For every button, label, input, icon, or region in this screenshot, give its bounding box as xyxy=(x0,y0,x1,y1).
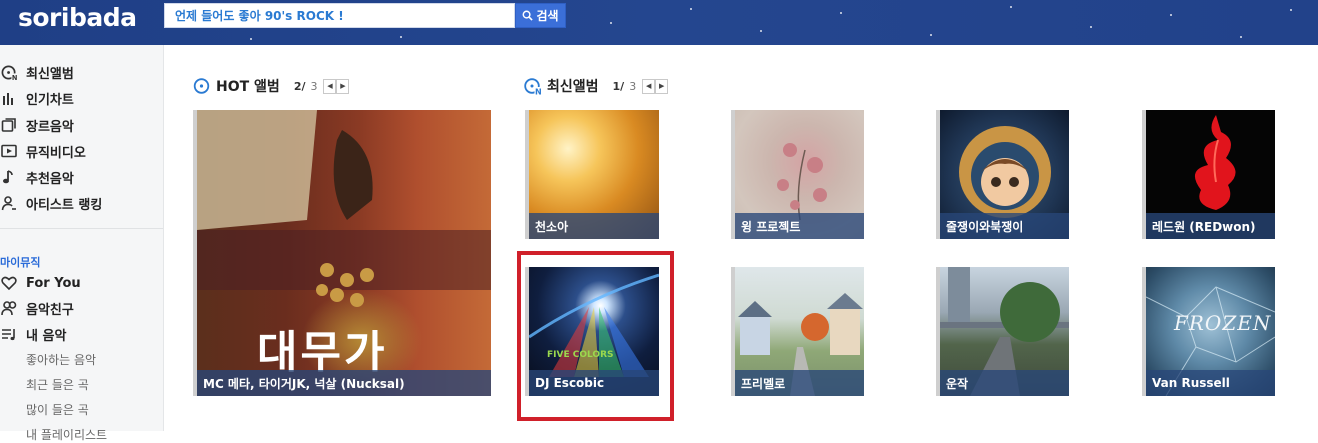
svg-text:N: N xyxy=(11,74,17,81)
sidebar-item-label: For You xyxy=(26,275,81,291)
sidebar-divider xyxy=(0,228,163,229)
hot-album-card[interactable]: 대무가 MC 메타, 타이거JK, 넉살 (Nucksal) xyxy=(193,110,491,396)
latest-album-title: 최신앨범 xyxy=(547,79,599,95)
sidebar-item-label: 뮤직비디오 xyxy=(26,145,86,161)
my-music-title: 마이뮤직 xyxy=(0,256,41,269)
album-card[interactable]: 천소아 xyxy=(525,110,659,239)
album-card[interactable]: FIVE COLORS DJ Escobic xyxy=(525,267,659,396)
sidebar-item-recommended[interactable]: 추천음악 xyxy=(0,165,74,189)
sidebar-item-artist-ranking[interactable]: 아티스트 랭킹 xyxy=(0,191,102,215)
album-card[interactable]: FROZEN Van Russell xyxy=(1142,267,1275,396)
album-caption: 운작 xyxy=(940,370,1069,396)
album-card[interactable]: 운작 xyxy=(936,267,1069,396)
prev-page-button[interactable]: ◀ xyxy=(323,78,337,94)
page-current: 1/ xyxy=(612,79,625,93)
album-caption: 레드원 (REDwon) xyxy=(1146,213,1275,239)
sidebar-item-label: 아티스트 랭킹 xyxy=(26,197,103,213)
new-album-icon: N xyxy=(524,78,542,96)
prev-page-button[interactable]: ◀ xyxy=(642,78,656,94)
sub-item-liked-music[interactable]: 좋아하는 음악 xyxy=(26,351,96,368)
album-card[interactable]: 레드원 (REDwon) xyxy=(1142,110,1275,239)
sidebar-item-label: 장르음악 xyxy=(26,119,74,135)
sidebar-item-my-music[interactable]: 내 음악 xyxy=(0,322,66,346)
sidebar-item-new-albums[interactable]: N 최신앨범 xyxy=(0,60,74,84)
soribada-logo[interactable]: soribada xyxy=(18,3,137,32)
sidebar: N 최신앨범 인기차트 장르음악 뮤직비디오 추천음악 아티스트 랭킹 마이뮤직 xyxy=(0,45,164,442)
sub-item-recently-played[interactable]: 최근 들은 곡 xyxy=(26,376,89,393)
page-current: 2/ xyxy=(293,79,306,93)
album-caption: Van Russell xyxy=(1146,370,1275,396)
sidebar-item-label: 내 음악 xyxy=(26,328,67,344)
album-caption: 프리멜로 xyxy=(735,370,864,396)
sidebar-item-charts[interactable]: 인기차트 xyxy=(0,86,74,110)
latest-album-header: N 최신앨범 1/ 3 ◀ ▶ xyxy=(524,76,669,96)
album-art-text: FIVE COLORS xyxy=(547,350,614,360)
album-card[interactable]: 윙 프로젝트 xyxy=(731,110,864,239)
album-card[interactable]: 줄쟁이와북쟁이 xyxy=(936,110,1069,239)
sidebar-item-label: 최신앨범 xyxy=(26,66,74,82)
latest-album-pager: 1/ 3 ◀ ▶ xyxy=(612,78,669,94)
search-icon xyxy=(523,10,534,21)
hot-album-icon xyxy=(193,78,210,94)
hot-album-header: HOT 앨범 2/ 3 ◀ ▶ xyxy=(193,76,350,96)
music-note-icon xyxy=(0,168,18,186)
sidebar-item-music-friends[interactable]: 음악친구 xyxy=(0,296,74,320)
video-play-icon xyxy=(0,142,18,160)
next-page-button[interactable]: ▶ xyxy=(336,78,350,94)
album-card[interactable]: 프리멜로 xyxy=(731,267,864,396)
album-caption: MC 메타, 타이거JK, 넉살 (Nucksal) xyxy=(197,370,491,396)
sidebar-item-label: 추천음악 xyxy=(26,171,74,187)
album-caption: 윙 프로젝트 xyxy=(735,213,864,239)
hot-album-title: HOT 앨범 xyxy=(216,79,280,95)
artist-icon xyxy=(0,194,18,212)
sub-item-most-played[interactable]: 많이 들은 곡 xyxy=(26,401,89,418)
search-input[interactable] xyxy=(165,4,514,27)
next-page-button[interactable]: ▶ xyxy=(655,78,669,94)
album-caption: 줄쟁이와북쟁이 xyxy=(940,213,1069,239)
new-album-icon: N xyxy=(0,63,18,81)
heart-icon xyxy=(0,274,18,292)
sidebar-item-music-video[interactable]: 뮤직비디오 xyxy=(0,139,86,163)
playlist-icon xyxy=(0,325,18,343)
search-button[interactable]: 검색 xyxy=(515,3,566,28)
genre-icon xyxy=(0,116,18,134)
sidebar-item-label: 음악친구 xyxy=(26,302,74,318)
search-button-label: 검색 xyxy=(536,9,559,23)
sidebar-item-genre[interactable]: 장르음악 xyxy=(0,113,74,137)
sidebar-item-label: 인기차트 xyxy=(26,92,74,108)
search-field[interactable] xyxy=(164,3,515,28)
sub-item-my-playlist[interactable]: 내 플레이리스트 xyxy=(26,426,107,443)
album-caption: 천소아 xyxy=(529,213,659,239)
friends-icon xyxy=(0,299,18,317)
album-art-text: FROZEN xyxy=(1174,311,1272,335)
chart-icon xyxy=(0,89,18,107)
hot-album-pager: 2/ 3 ◀ ▶ xyxy=(293,78,350,94)
sidebar-item-for-you[interactable]: For You xyxy=(0,271,81,295)
page-total: 3 xyxy=(310,79,318,93)
album-caption: DJ Escobic xyxy=(529,370,659,396)
page-total: 3 xyxy=(629,79,637,93)
svg-text:N: N xyxy=(535,88,542,96)
